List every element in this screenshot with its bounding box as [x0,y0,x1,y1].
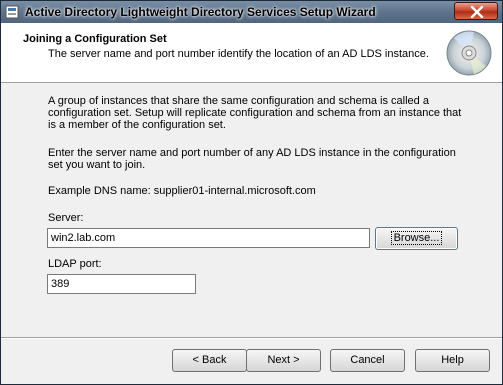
page-subtitle: The server name and port number identify… [48,48,429,60]
server-input[interactable]: win2.lab.com [47,228,370,248]
back-button[interactable]: < Back [172,349,247,372]
close-icon [470,6,484,18]
cd-disc-icon [446,30,492,76]
help-button[interactable]: Help [415,349,490,372]
page-title: Joining a Configuration Set [23,33,167,45]
setup-wizard-icon [5,5,19,19]
wizard-header: Joining a Configuration Set The server n… [1,23,502,83]
ldap-port-input[interactable]: 389 [47,274,196,294]
example-dns-text: Example DNS name: supplier01-internal.mi… [48,185,316,197]
instructions-text: Enter the server name and port number of… [48,147,456,171]
next-button[interactable]: Next > [246,349,321,372]
server-label: Server: [48,212,84,224]
close-button[interactable] [454,2,498,20]
cancel-button[interactable]: Cancel [330,349,405,372]
window-title: Active Directory Lightweight Directory S… [25,5,376,19]
title-bar[interactable]: Active Directory Lightweight Directory S… [1,1,502,23]
footer-separator [1,337,502,339]
browse-button-label: Browse... [390,231,443,245]
configuration-set-description: A group of instances that share the same… [48,95,462,131]
browse-button[interactable]: Browse... [375,227,458,250]
setup-wizard-window: Active Directory Lightweight Directory S… [0,0,503,385]
ldap-port-label: LDAP port: [48,258,102,270]
